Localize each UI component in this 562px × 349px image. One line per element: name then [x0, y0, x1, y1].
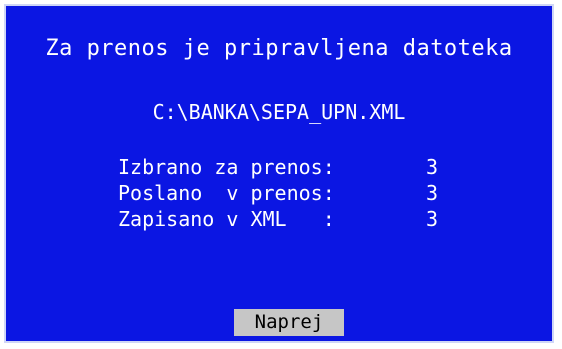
dialog-title: Za prenos je pripravljena datoteka — [45, 36, 513, 61]
file-path: C:\BANKA\SEPA_UPN.XML — [152, 100, 406, 124]
transfer-stats: Izbrano za prenos: 3 Poslano v prenos: 3… — [118, 154, 438, 232]
stat-value-sent: 3 — [425, 181, 438, 205]
stat-label-sent: Poslano v prenos: — [118, 181, 335, 205]
next-button[interactable]: Naprej — [234, 309, 344, 336]
stat-value-written: 3 — [425, 207, 438, 231]
stat-row-written: Zapisano v XML : 3 — [118, 206, 438, 232]
transfer-dialog: Za prenos je pripravljena datoteka C:\BA… — [4, 4, 554, 343]
stat-label-selected: Izbrano za prenos: — [118, 155, 335, 179]
stat-row-selected: Izbrano za prenos: 3 — [118, 154, 438, 180]
stat-label-written: Zapisano v XML : — [118, 207, 335, 231]
stat-row-sent: Poslano v prenos: 3 — [118, 180, 438, 206]
stat-value-selected: 3 — [425, 155, 438, 179]
